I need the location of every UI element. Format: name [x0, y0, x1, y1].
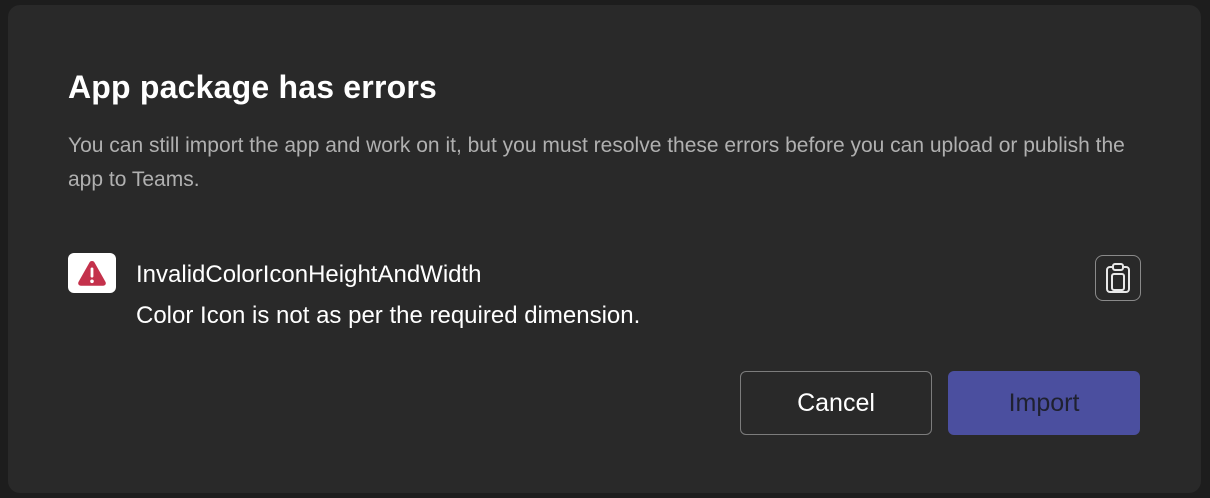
error-code: InvalidColorIconHeightAndWidth: [136, 261, 482, 288]
dialog-description: You can still import the app and work on…: [68, 134, 1125, 191]
error-dialog: App package has errors You can still imp…: [8, 5, 1201, 493]
warning-icon: [68, 253, 116, 293]
copy-error-button[interactable]: [1095, 255, 1141, 301]
copy-icon: [1104, 262, 1132, 294]
error-message: Color Icon is not as per the required di…: [136, 302, 641, 329]
error-item: InvalidColorIconHeightAndWidth Color Ico…: [68, 253, 1141, 333]
cancel-button[interactable]: Cancel: [740, 371, 932, 435]
dialog-title: App package has errors: [68, 69, 437, 105]
import-button[interactable]: Import: [948, 371, 1140, 435]
